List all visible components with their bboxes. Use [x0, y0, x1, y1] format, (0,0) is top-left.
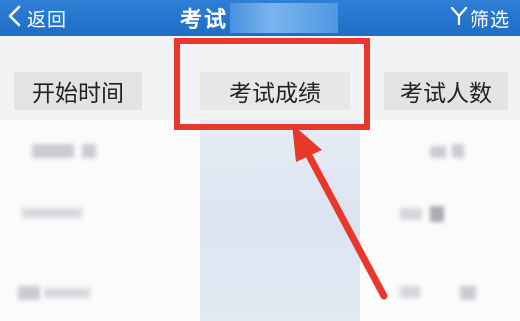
chevron-left-icon: [6, 5, 24, 31]
redacted-cell: [452, 144, 464, 158]
redacted-cell: [22, 208, 82, 218]
redacted-title-area: [230, 3, 339, 33]
redacted-cell: [430, 146, 446, 158]
redacted-cell: [400, 286, 420, 298]
page-title-text: 考试: [180, 8, 229, 33]
redacted-cell: [18, 286, 40, 300]
column-header-start-time[interactable]: 开始时间: [14, 72, 142, 110]
redacted-cell: [400, 208, 422, 220]
exam-list-screen: 返回 考试 筛选 开始时间 考试成绩 考试人数: [0, 0, 520, 321]
table-row[interactable]: [0, 126, 520, 178]
top-navigation-bar: 返回 考试 筛选: [0, 0, 520, 36]
redacted-cell: [44, 288, 90, 298]
page-title: 考试: [180, 2, 339, 34]
redacted-cell: [430, 206, 444, 222]
redacted-cell: [460, 286, 476, 300]
back-button[interactable]: 返回: [6, 4, 67, 32]
filter-label: 筛选: [469, 8, 510, 31]
back-label: 返回: [27, 8, 68, 31]
column-header-bar: 开始时间 考试成绩 考试人数: [0, 36, 520, 120]
redacted-cell: [82, 144, 96, 158]
column-header-count[interactable]: 考试人数: [384, 72, 508, 110]
column-header-score[interactable]: 考试成绩: [200, 72, 350, 110]
filter-button[interactable]: 筛选: [450, 4, 510, 32]
redacted-cell: [32, 144, 74, 158]
table-row[interactable]: [0, 186, 520, 238]
funnel-icon: [450, 6, 468, 30]
table-row[interactable]: [0, 262, 520, 314]
